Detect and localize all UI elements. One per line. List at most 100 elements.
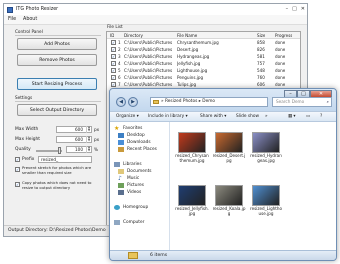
back-icon[interactable]: ◀ <box>116 97 126 107</box>
cell-id: 6 <box>118 75 121 80</box>
column-header-size[interactable]: Size <box>257 32 265 39</box>
help-icon[interactable]: ? <box>320 112 322 122</box>
cell-id: 3 <box>118 54 121 59</box>
cell-progress: done <box>275 82 286 87</box>
nav-label: Favorites <box>123 126 143 131</box>
computer-icon <box>114 220 120 225</box>
column-header-file-name[interactable]: File Name <box>177 32 197 39</box>
menu-bar: File About <box>4 15 307 25</box>
nav-label: Computer <box>123 220 145 225</box>
divider <box>15 101 101 102</box>
image-thumbnail <box>215 132 243 153</box>
breadcrumb-demo[interactable]: Demo <box>202 99 215 104</box>
forward-icon[interactable]: ▶ <box>128 97 138 107</box>
address-bar[interactable]: » Resized Photos ▸ Demo <box>150 97 268 107</box>
max-width-unit: px <box>94 127 100 132</box>
homegroup-icon <box>114 205 120 210</box>
image-thumbnail <box>215 185 243 206</box>
settings-label: Settings <box>15 95 33 100</box>
file-item[interactable]: resized_Hydrangeas.jpg <box>249 132 283 164</box>
cell-id: 4 <box>118 61 121 66</box>
minimize-icon[interactable]: – <box>286 6 289 12</box>
share-with-menu[interactable]: Share with ▾ <box>200 112 226 122</box>
row-checkbox[interactable]: ✓ <box>111 40 116 45</box>
explorer-window: – □ ✕ ◀ ▶ » Resized Photos ▸ Demo Search… <box>109 88 337 261</box>
command-bar: Organize ▾ Include in library ▾ Share wi… <box>110 111 336 122</box>
table-row[interactable]: ✓ 5 C:\Users\Public\Pictures Lighthouse.… <box>107 67 300 74</box>
row-checkbox[interactable]: ✓ <box>111 75 116 80</box>
file-item[interactable]: resized_Chrysanthemum.jpg <box>175 132 209 164</box>
file-item[interactable]: resized_Lighthouse.jpg <box>249 185 283 217</box>
cell-progress: done <box>275 68 286 73</box>
max-width-spinner[interactable]: ▲ ▼ <box>86 126 91 133</box>
remove-photos-button[interactable]: Remove Photos <box>17 54 97 66</box>
folder-icon <box>153 100 159 104</box>
quality-slider-thumb[interactable] <box>58 147 61 154</box>
navigation-pane: ★ Favorites Desktop Downloads Recent Pla… <box>110 122 170 252</box>
column-header-progress[interactable]: Progress <box>275 32 292 39</box>
prevent-stretch-checkbox[interactable]: ✓ <box>15 167 20 172</box>
cell-size: 606 <box>257 82 265 87</box>
breadcrumb-resized-photos[interactable]: Resized Photos <box>165 99 197 104</box>
app-icon <box>7 6 13 13</box>
cell-file-name: Hydrangeas.jpg <box>177 54 210 59</box>
explorer-title-bar[interactable]: – □ ✕ ◀ ▶ » Resized Photos ▸ Demo Search… <box>110 89 336 111</box>
search-icon[interactable]: ⌕ <box>327 98 329 106</box>
explorer-status-bar: 6 items <box>110 250 336 260</box>
row-checkbox[interactable]: ✓ <box>111 54 116 59</box>
menu-about[interactable]: About <box>23 17 37 22</box>
preview-pane-icon[interactable]: ▭ <box>306 112 310 122</box>
pictures-icon <box>118 183 124 188</box>
prefix-checkbox[interactable]: ✓ <box>15 157 20 162</box>
table-row[interactable]: ✓ 2 C:\Users\Public\Pictures Desert.jpg … <box>107 46 300 53</box>
table-row[interactable]: ✓ 1 C:\Users\Public\Pictures Chrysanthem… <box>107 39 300 46</box>
cell-progress: done <box>275 75 286 80</box>
prefix-input[interactable]: resized_ <box>38 156 92 163</box>
table-row[interactable]: ✓ 7 C:\Users\Public\Pictures Tulips.jpg … <box>107 81 300 88</box>
include-in-library-menu[interactable]: Include in library ▾ <box>148 112 188 122</box>
max-height-spinner[interactable]: ▲ ▼ <box>86 136 91 143</box>
file-name: resized_Koala.jpg <box>212 206 246 216</box>
cell-id: 7 <box>118 82 121 87</box>
row-checkbox[interactable]: ✓ <box>111 82 116 87</box>
search-input[interactable]: Search Demo ⌕ <box>272 97 332 107</box>
organize-menu[interactable]: Organize ▾ <box>116 112 139 122</box>
file-item[interactable]: resized_Koala.jpg <box>212 185 246 217</box>
image-thumbnail <box>178 185 206 206</box>
cell-file-name: Jellyfish.jpg <box>177 61 201 66</box>
close-icon[interactable]: ✕ <box>301 6 305 12</box>
file-item[interactable]: resized_Desert.jpg <box>212 132 246 164</box>
nav-label: Homegroup <box>123 205 149 210</box>
row-checkbox[interactable]: ✓ <box>111 68 116 73</box>
row-checkbox[interactable]: ✓ <box>111 61 116 66</box>
menu-file[interactable]: File <box>8 17 16 22</box>
select-output-directory-button[interactable]: Select Output Directory <box>17 104 97 116</box>
maximize-icon[interactable]: □ <box>292 6 297 12</box>
table-row[interactable]: ✓ 3 C:\Users\Public\Pictures Hydrangeas.… <box>107 53 300 60</box>
resizer-title-bar[interactable]: ITG Photo Resizer – □ ✕ <box>4 4 307 15</box>
slide-show-button[interactable]: Slide show <box>236 112 259 122</box>
column-header-directory[interactable]: Directory <box>124 32 143 39</box>
start-resizing-button[interactable]: Start Resizing Process <box>17 78 97 90</box>
row-checkbox[interactable]: ✓ <box>111 47 116 52</box>
copy-photos-label: Copy photos which does not need to resiz… <box>22 180 92 190</box>
table-row[interactable]: ✓ 4 C:\Users\Public\Pictures Jellyfish.j… <box>107 60 300 67</box>
quality-unit: % <box>94 147 98 152</box>
column-header-id[interactable]: ID <box>110 32 114 39</box>
quality-label: Quality <box>15 147 31 152</box>
copy-photos-checkbox[interactable]: ✓ <box>15 182 20 187</box>
more-commands-icon[interactable]: » <box>265 112 268 122</box>
window-title: ITG Photo Resizer <box>16 7 59 12</box>
file-item[interactable]: resized_Jellyfish.jpg <box>175 185 209 217</box>
cell-directory: C:\Users\Public\Pictures <box>124 54 173 59</box>
cell-size: 581 <box>257 54 265 59</box>
add-photos-button[interactable]: Add Photos <box>17 38 97 50</box>
view-options-icon[interactable]: ▦ ▾ <box>288 112 296 122</box>
cell-progress: done <box>275 40 286 45</box>
image-thumbnail <box>252 132 280 153</box>
cell-size: 760 <box>257 75 265 80</box>
table-row[interactable]: ✓ 6 C:\Users\Public\Pictures Penguins.jp… <box>107 74 300 81</box>
file-name: resized_Chrysanthemum.jpg <box>175 153 209 163</box>
quality-spinner[interactable]: ▲ ▼ <box>86 146 91 153</box>
cell-file-name: Desert.jpg <box>177 47 199 52</box>
